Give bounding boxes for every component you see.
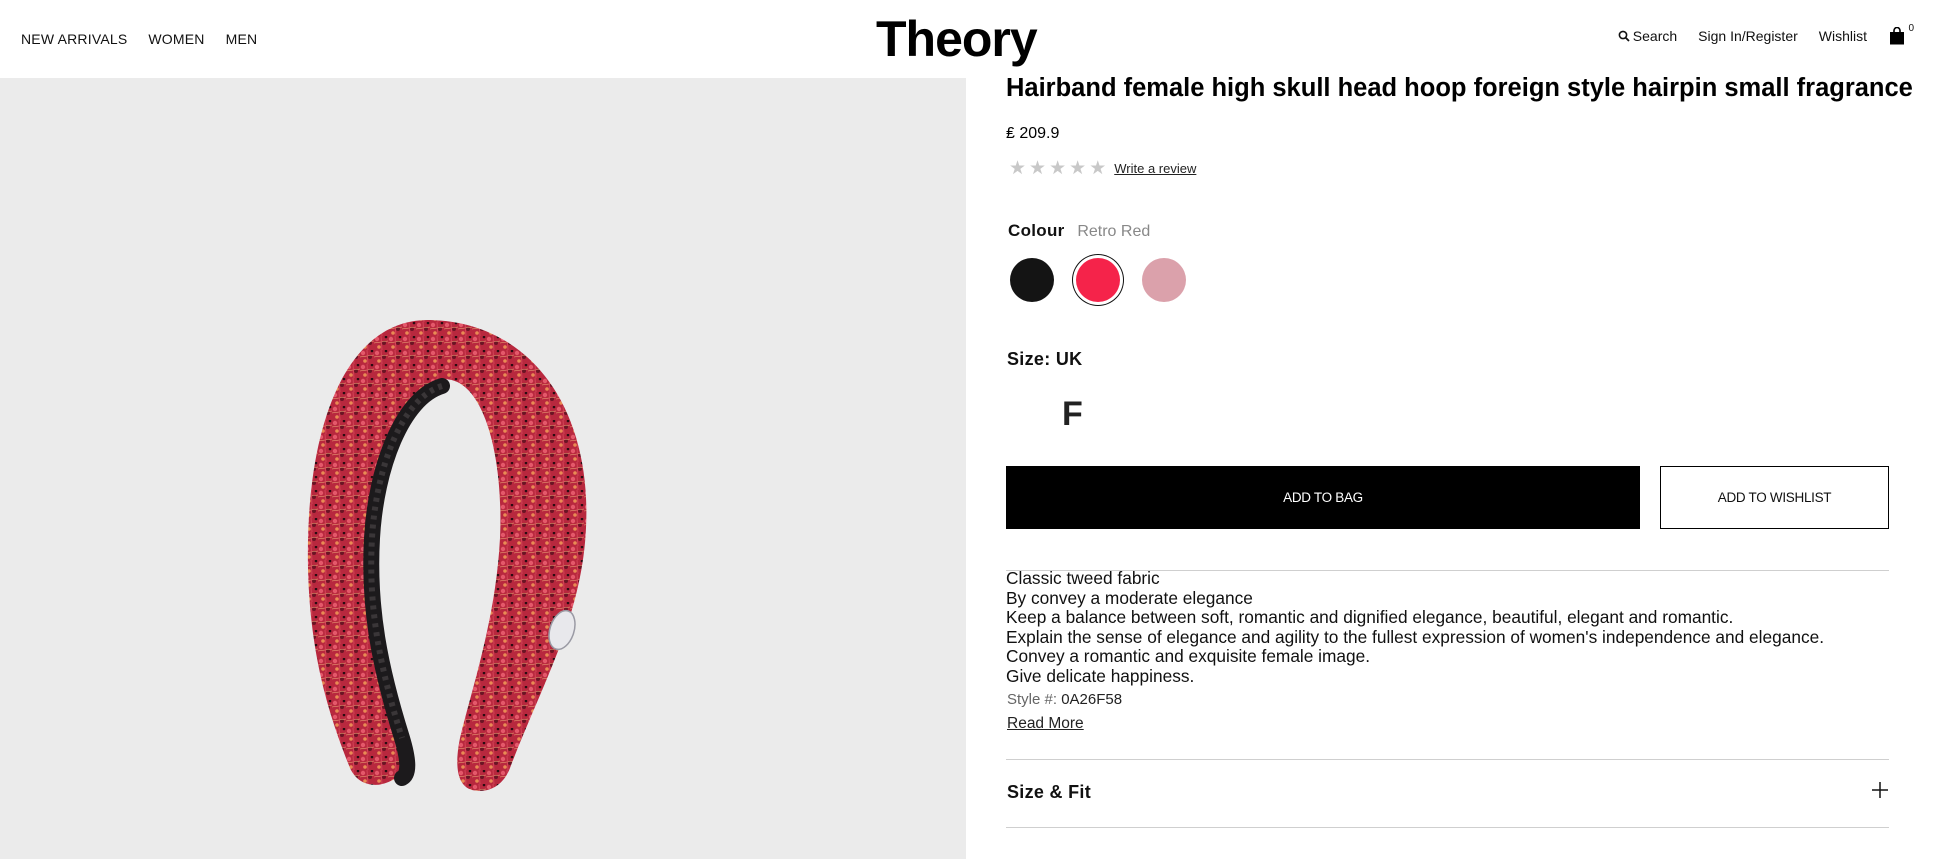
colour-selector-label: Colour Retro Red bbox=[1008, 221, 1150, 241]
search-label: Search bbox=[1632, 28, 1678, 44]
main-nav: NEW ARRIVALS WOMEN MEN bbox=[21, 31, 257, 47]
style-number: Style #: 0A26F58 bbox=[1007, 691, 1122, 708]
search-icon bbox=[1618, 30, 1630, 42]
utility-nav: Search Sign In/Register Wishlist 0 bbox=[1597, 23, 1914, 45]
description-line: Keep a balance between soft, romantic an… bbox=[1006, 607, 1734, 628]
star-icon[interactable]: ★ bbox=[1029, 159, 1046, 178]
product-description: Classic tweed fabric By convey a moderat… bbox=[1006, 568, 1824, 687]
bag-count-badge: 0 bbox=[1908, 23, 1914, 34]
site-header: NEW ARRIVALS WOMEN MEN Theory Search Sig… bbox=[0, 0, 1933, 78]
size-option-f[interactable]: F bbox=[1062, 395, 1083, 434]
swatch-black[interactable] bbox=[1010, 258, 1054, 302]
plus-icon[interactable] bbox=[1871, 781, 1889, 799]
product-title: Hairband female high skull head hoop for… bbox=[1006, 74, 1913, 102]
star-icon[interactable]: ★ bbox=[1049, 159, 1066, 178]
nav-women[interactable]: WOMEN bbox=[148, 31, 204, 47]
description-line: Classic tweed fabric bbox=[1006, 568, 1160, 588]
size-fit-title: Size & Fit bbox=[1007, 782, 1092, 802]
read-more-link[interactable]: Read More bbox=[1007, 715, 1084, 733]
description-line: Explain the sense of elegance and agilit… bbox=[1006, 626, 1824, 647]
colour-swatches bbox=[1010, 258, 1186, 302]
nav-men[interactable]: MEN bbox=[226, 31, 258, 47]
brand-logo[interactable]: Theory bbox=[876, 10, 1038, 68]
description-line: Convey a romantic and exquisite female i… bbox=[1006, 646, 1371, 667]
divider bbox=[1006, 827, 1889, 828]
wishlist-link[interactable]: Wishlist bbox=[1819, 28, 1867, 44]
swatch-pink[interactable] bbox=[1142, 258, 1186, 302]
star-icon[interactable]: ★ bbox=[1089, 159, 1106, 178]
swatch-retro-red[interactable] bbox=[1076, 258, 1120, 302]
description-line: Give delicate happiness. bbox=[1006, 665, 1195, 686]
star-icon[interactable]: ★ bbox=[1069, 159, 1086, 178]
colour-value: Retro Red bbox=[1077, 223, 1151, 240]
style-label: Style #: bbox=[1007, 691, 1058, 708]
colour-label: Colour bbox=[1008, 221, 1065, 240]
shopping-bag-button[interactable]: 0 bbox=[1889, 23, 1914, 45]
star-rating: ★ ★ ★ ★ ★ Write a review bbox=[1009, 159, 1196, 178]
product-image[interactable] bbox=[290, 238, 610, 808]
size-label: Size: UK bbox=[1007, 349, 1083, 369]
write-review-link[interactable]: Write a review bbox=[1114, 161, 1196, 176]
product-price: ₤ 209.9 bbox=[1006, 125, 1060, 142]
search-button[interactable]: Search bbox=[1618, 28, 1677, 44]
nav-new-arrivals[interactable]: NEW ARRIVALS bbox=[21, 31, 127, 47]
star-icon[interactable]: ★ bbox=[1009, 159, 1026, 178]
signin-link[interactable]: Sign In/Register bbox=[1698, 28, 1798, 44]
size-fit-accordion[interactable]: Size & Fit bbox=[1006, 759, 1889, 827]
style-value: 0A26F58 bbox=[1061, 691, 1123, 708]
add-to-wishlist-button[interactable]: ADD TO WISHLIST bbox=[1660, 466, 1889, 529]
product-image-panel bbox=[0, 78, 966, 859]
shopping-bag-icon bbox=[1890, 26, 1904, 45]
add-to-bag-button[interactable]: ADD TO BAG bbox=[1006, 466, 1640, 529]
description-line: By convey a moderate elegance bbox=[1006, 587, 1253, 608]
